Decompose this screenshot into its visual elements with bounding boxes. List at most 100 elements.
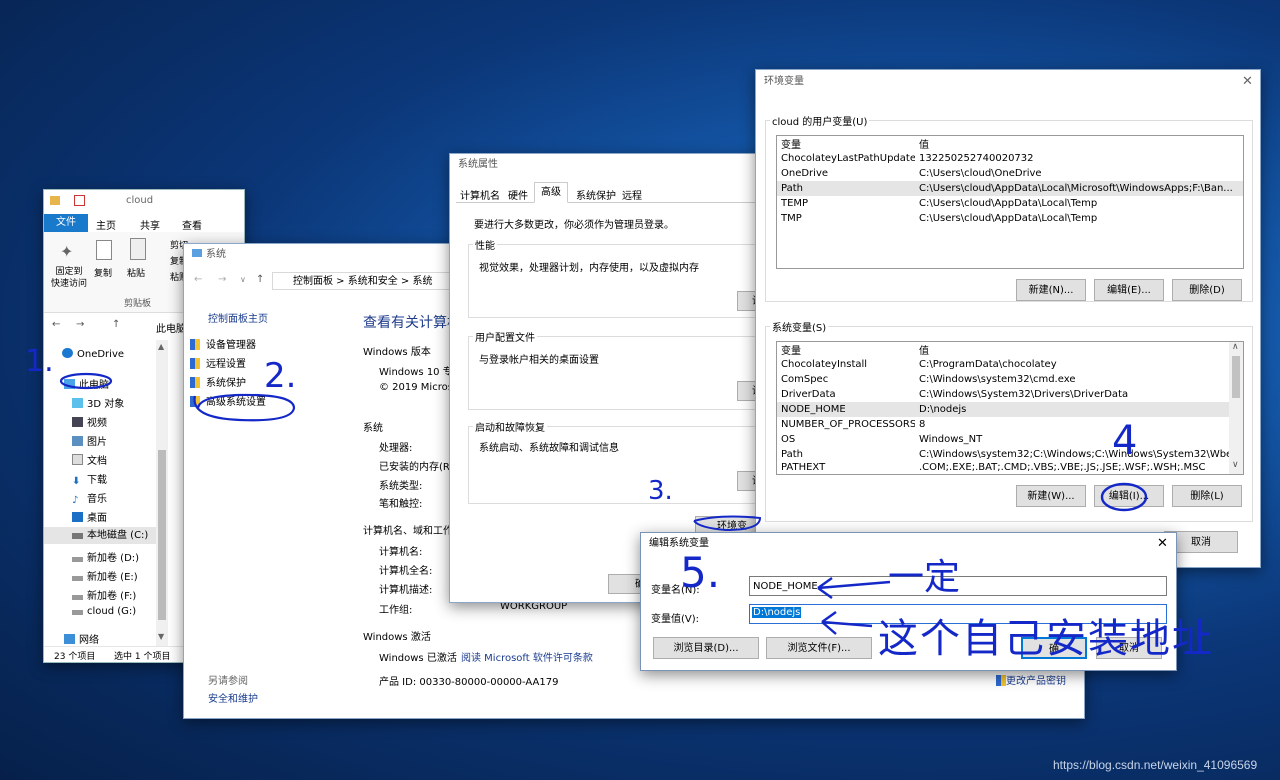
tab-file[interactable]: 文件 xyxy=(44,214,88,232)
table-row[interactable]: ChocolateyInstall C:\ProgramData\chocolat… xyxy=(777,357,1229,372)
nav-drive-d[interactable]: 新加卷 (D:) xyxy=(72,549,139,564)
up-icon[interactable]: ↑ xyxy=(112,319,120,330)
security-maintenance-link[interactable]: 安全和维护 xyxy=(208,690,258,705)
chevron-down-icon[interactable]: ∨ xyxy=(1232,460,1239,470)
new-user-var-button[interactable]: 新建(N)... xyxy=(1016,279,1086,301)
up-icon[interactable]: ↑ xyxy=(256,274,264,285)
checkbox-icon[interactable] xyxy=(74,195,85,206)
back-icon[interactable]: ← xyxy=(52,319,60,330)
activation-section-label: Windows 激活 xyxy=(363,632,431,643)
nav-videos[interactable]: 视频 xyxy=(72,414,107,429)
nav-pictures[interactable]: 图片 xyxy=(72,433,107,448)
scroll-thumb[interactable] xyxy=(158,450,166,620)
col-val-header[interactable]: 值 xyxy=(915,136,1243,151)
chevron-down-icon[interactable]: ∨ xyxy=(240,275,246,284)
document-icon xyxy=(72,454,83,465)
tab-home[interactable]: 主页 xyxy=(96,217,116,232)
breadcrumb-system[interactable]: 系统 xyxy=(413,276,433,287)
col-val-header[interactable]: 值 xyxy=(915,342,1229,357)
table-row[interactable]: NODE_HOME D:\nodejs xyxy=(777,402,1229,417)
chevron-down-icon[interactable]: ▼ xyxy=(158,632,164,641)
see-also-label: 另请参阅 xyxy=(208,676,248,687)
system-icon xyxy=(192,249,202,257)
system-type-label: 系统类型: xyxy=(379,481,423,492)
cloud-icon xyxy=(62,348,73,358)
paste-button[interactable]: 粘贴 xyxy=(127,266,145,279)
memory-label: 已安装的内存(RA xyxy=(379,462,457,473)
table-row[interactable]: ChocolateyLastPathUpdate 1322502527400207… xyxy=(777,151,1243,166)
chevron-up-icon[interactable]: ∧ xyxy=(1232,342,1239,352)
close-icon[interactable]: ✕ xyxy=(1157,533,1168,555)
table-row[interactable]: PATHEXT .COM;.EXE;.BAT;.CMD;.VBS;.VBE;.JS… xyxy=(777,462,1229,473)
table-row[interactable]: Path C:\Users\cloud\AppData\Local\Microso… xyxy=(777,181,1243,196)
tab-share[interactable]: 共享 xyxy=(140,217,160,232)
video-icon xyxy=(72,417,83,427)
breadcrumb-system-security[interactable]: 系统和安全 xyxy=(348,276,398,287)
nav-scrollbar[interactable]: ▲ ▼ xyxy=(156,340,168,646)
table-row[interactable]: TMP C:\Users\cloud\AppData\Local\Temp xyxy=(777,211,1243,226)
nav-drive-f[interactable]: 新加卷 (F:) xyxy=(72,587,136,602)
edit-user-var-button[interactable]: 编辑(E)... xyxy=(1094,279,1164,301)
tab-computer-name[interactable]: 计算机名 xyxy=(460,187,500,202)
chevron-up-icon[interactable]: ▲ xyxy=(158,342,164,351)
change-product-key-link[interactable]: 更改产品密钥 xyxy=(996,672,1066,687)
nav-desktop[interactable]: 桌面 xyxy=(72,509,107,524)
license-terms-link[interactable]: 阅读 Microsoft 软件许可条款 xyxy=(461,649,593,664)
breadcrumb-control-panel[interactable]: 控制面板 xyxy=(293,276,333,287)
paste-icon[interactable] xyxy=(130,238,146,260)
user-vars-group: cloud 的用户变量(U) 变量值 ChocolateyLastPathUpd… xyxy=(765,113,1253,302)
device-manager-link[interactable]: 设备管理器 xyxy=(190,336,360,355)
table-row[interactable]: DriverData C:\Windows\System32\Drivers\Dr… xyxy=(777,387,1229,402)
address-path[interactable]: 此电脑 xyxy=(156,320,186,335)
table-row[interactable]: ComSpec C:\Windows\system32\cmd.exe xyxy=(777,372,1229,387)
new-system-var-button[interactable]: 新建(W)... xyxy=(1016,485,1086,507)
nav-onedrive[interactable]: OneDrive xyxy=(62,348,124,360)
system-vars-list[interactable]: 变量值 ChocolateyInstall C:\ProgramData\choc… xyxy=(776,341,1244,475)
system-vars-scrollbar[interactable]: ∧ ∨ xyxy=(1229,342,1243,474)
shield-icon xyxy=(190,396,200,407)
tab-advanced[interactable]: 高级 xyxy=(534,182,568,203)
nav-drive-e[interactable]: 新加卷 (E:) xyxy=(72,568,138,583)
delete-user-var-button[interactable]: 删除(D) xyxy=(1172,279,1242,301)
table-row[interactable]: Path C:\Windows\system32;C:\Windows;C:\Wi… xyxy=(777,447,1229,462)
copy-icon[interactable] xyxy=(96,240,112,260)
edit-system-var-button[interactable]: 编辑(I)... xyxy=(1094,485,1164,507)
nav-documents[interactable]: 文档 xyxy=(72,452,107,467)
performance-group: 性能 视觉效果，处理器计划，内存使用，以及虚拟内存 设 xyxy=(468,237,772,318)
col-var-header[interactable]: 变量 xyxy=(777,342,915,357)
user-vars-list[interactable]: 变量值 ChocolateyLastPathUpdate 132250252740… xyxy=(776,135,1244,269)
tab-hardware[interactable]: 硬件 xyxy=(508,187,528,202)
folder-icon xyxy=(50,196,60,205)
drive-icon xyxy=(72,533,83,539)
col-var-header[interactable]: 变量 xyxy=(777,136,915,151)
table-row[interactable]: OneDrive C:\Users\cloud\OneDrive xyxy=(777,166,1243,181)
pin-quick-access-button[interactable]: 固定到 快速访问 xyxy=(49,266,89,290)
table-row[interactable]: TEMP C:\Users\cloud\AppData\Local\Temp xyxy=(777,196,1243,211)
nav-this-pc[interactable]: 此电脑 xyxy=(64,376,109,391)
nav-downloads[interactable]: ⬇ 下载 xyxy=(72,471,107,487)
tab-remote[interactable]: 远程 xyxy=(622,187,642,202)
system-section-label: 系统 xyxy=(363,423,383,434)
nav-network[interactable]: 网络 xyxy=(64,631,99,646)
tab-system-protection[interactable]: 系统保护 xyxy=(576,187,616,202)
table-row[interactable]: NUMBER_OF_PROCESSORS 8 xyxy=(777,417,1229,432)
browse-file-button[interactable]: 浏览文件(F)... xyxy=(766,637,872,659)
clipboard-group-label: 剪贴板 xyxy=(124,299,152,309)
pin-icon[interactable]: ✦ xyxy=(60,242,73,261)
nav-drive-c[interactable]: 本地磁盘 (C:) xyxy=(44,527,156,544)
forward-icon[interactable]: → xyxy=(76,319,84,330)
forward-icon[interactable]: → xyxy=(218,274,226,285)
control-panel-home-link[interactable]: 控制面板主页 xyxy=(208,310,268,325)
scroll-thumb[interactable] xyxy=(1232,356,1240,398)
browse-directory-button[interactable]: 浏览目录(D)... xyxy=(653,637,759,659)
nav-music[interactable]: ♪ 音乐 xyxy=(72,490,107,506)
delete-system-var-button[interactable]: 删除(L) xyxy=(1172,485,1242,507)
nav-drive-g[interactable]: cloud (G:) xyxy=(72,606,136,617)
copy-button[interactable]: 复制 xyxy=(94,266,112,279)
tab-view[interactable]: 查看 xyxy=(182,217,202,232)
nav-3d-objects[interactable]: 3D 对象 xyxy=(72,395,124,410)
system-vars-table: 变量值 ChocolateyInstall C:\ProgramData\choc… xyxy=(777,342,1229,473)
back-icon[interactable]: ← xyxy=(194,274,202,285)
table-row[interactable]: OS Windows_NT xyxy=(777,432,1229,447)
close-icon[interactable]: ✕ xyxy=(1242,70,1253,94)
